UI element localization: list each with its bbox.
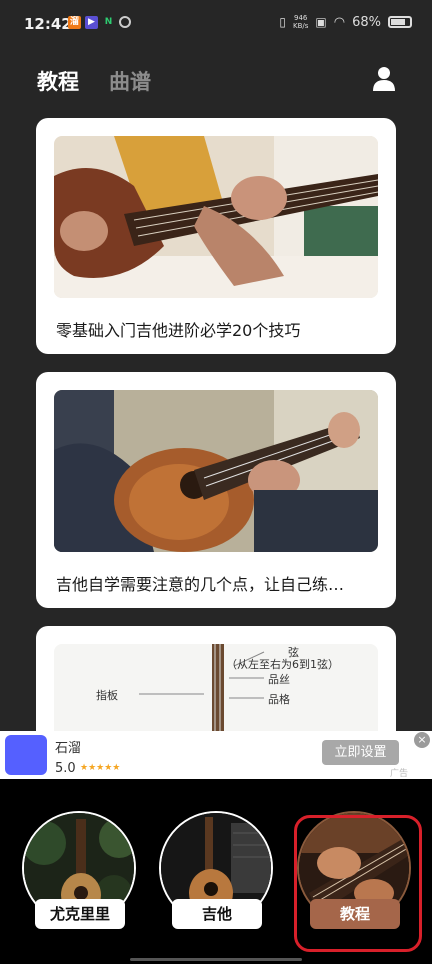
ad-banner[interactable]: 石溜 5.0 ★★★★★ 立即设置 xyxy=(0,731,432,779)
tab-sheet-music[interactable]: 曲谱 xyxy=(109,66,151,96)
battery-percent: 68% xyxy=(352,14,381,30)
nav-label: 吉他 xyxy=(172,899,262,929)
wifi-icon: ◠ xyxy=(333,14,346,30)
article-image xyxy=(54,136,378,298)
nav-label: 尤克里里 xyxy=(35,899,125,929)
article-card[interactable]: 零基础入门吉他进阶必学20个技巧 xyxy=(36,118,396,354)
tab-tutorial[interactable]: 教程 xyxy=(37,66,79,96)
ad-stars: ★★★★★ xyxy=(80,763,121,773)
ad-tag: 广告 xyxy=(390,769,409,779)
notification-icons: 溜 ▶ N xyxy=(68,16,131,29)
sim-icon: ▣ xyxy=(315,15,327,29)
network-speed: 946 KB/s xyxy=(293,14,309,30)
nav-guitar[interactable]: 吉他 xyxy=(159,811,273,929)
article-title: 吉他自学需要注意的几个点，让自己练… xyxy=(56,575,345,594)
sync-icon xyxy=(119,16,131,28)
nav-ukulele[interactable]: 尤克里里 xyxy=(22,811,136,929)
top-tabs: 教程 曲谱 xyxy=(37,66,151,96)
ad-rating: 5.0 xyxy=(55,761,76,776)
system-status: ▯ 946 KB/s ▣ ◠ 68% xyxy=(279,14,412,30)
highlight-box xyxy=(294,815,422,952)
vibrate-icon: ▯ xyxy=(279,15,286,29)
battery-icon xyxy=(388,16,412,28)
status-bar: 12:42 溜 ▶ N ▯ 946 KB/s ▣ ◠ 68% xyxy=(0,0,432,50)
close-icon[interactable]: × xyxy=(414,732,430,748)
article-image xyxy=(54,390,378,552)
play-notification-icon: ▶ xyxy=(85,16,98,29)
app-notification-icon: 溜 xyxy=(68,16,81,29)
article-card[interactable]: 吉他自学需要注意的几个点，让自己练… xyxy=(36,372,396,608)
status-time: 12:42 xyxy=(24,15,72,33)
ad-app-name: 石溜 xyxy=(55,741,82,756)
profile-icon[interactable] xyxy=(372,66,396,92)
ad-install-button[interactable]: 立即设置 xyxy=(322,740,399,765)
ad-app-logo xyxy=(5,735,47,775)
diagram-label-fret-wire: 品丝 xyxy=(268,673,290,686)
diagram-label-fingerboard: 指板 xyxy=(96,689,118,702)
diagram-label-fret: 品格 xyxy=(268,693,290,706)
home-indicator[interactable] xyxy=(130,958,302,961)
article-title: 零基础入门吉他进阶必学20个技巧 xyxy=(56,321,301,340)
diagram-label-order: （从左至右为6到1弦） xyxy=(226,658,339,671)
n-notification-icon: N xyxy=(104,17,113,27)
